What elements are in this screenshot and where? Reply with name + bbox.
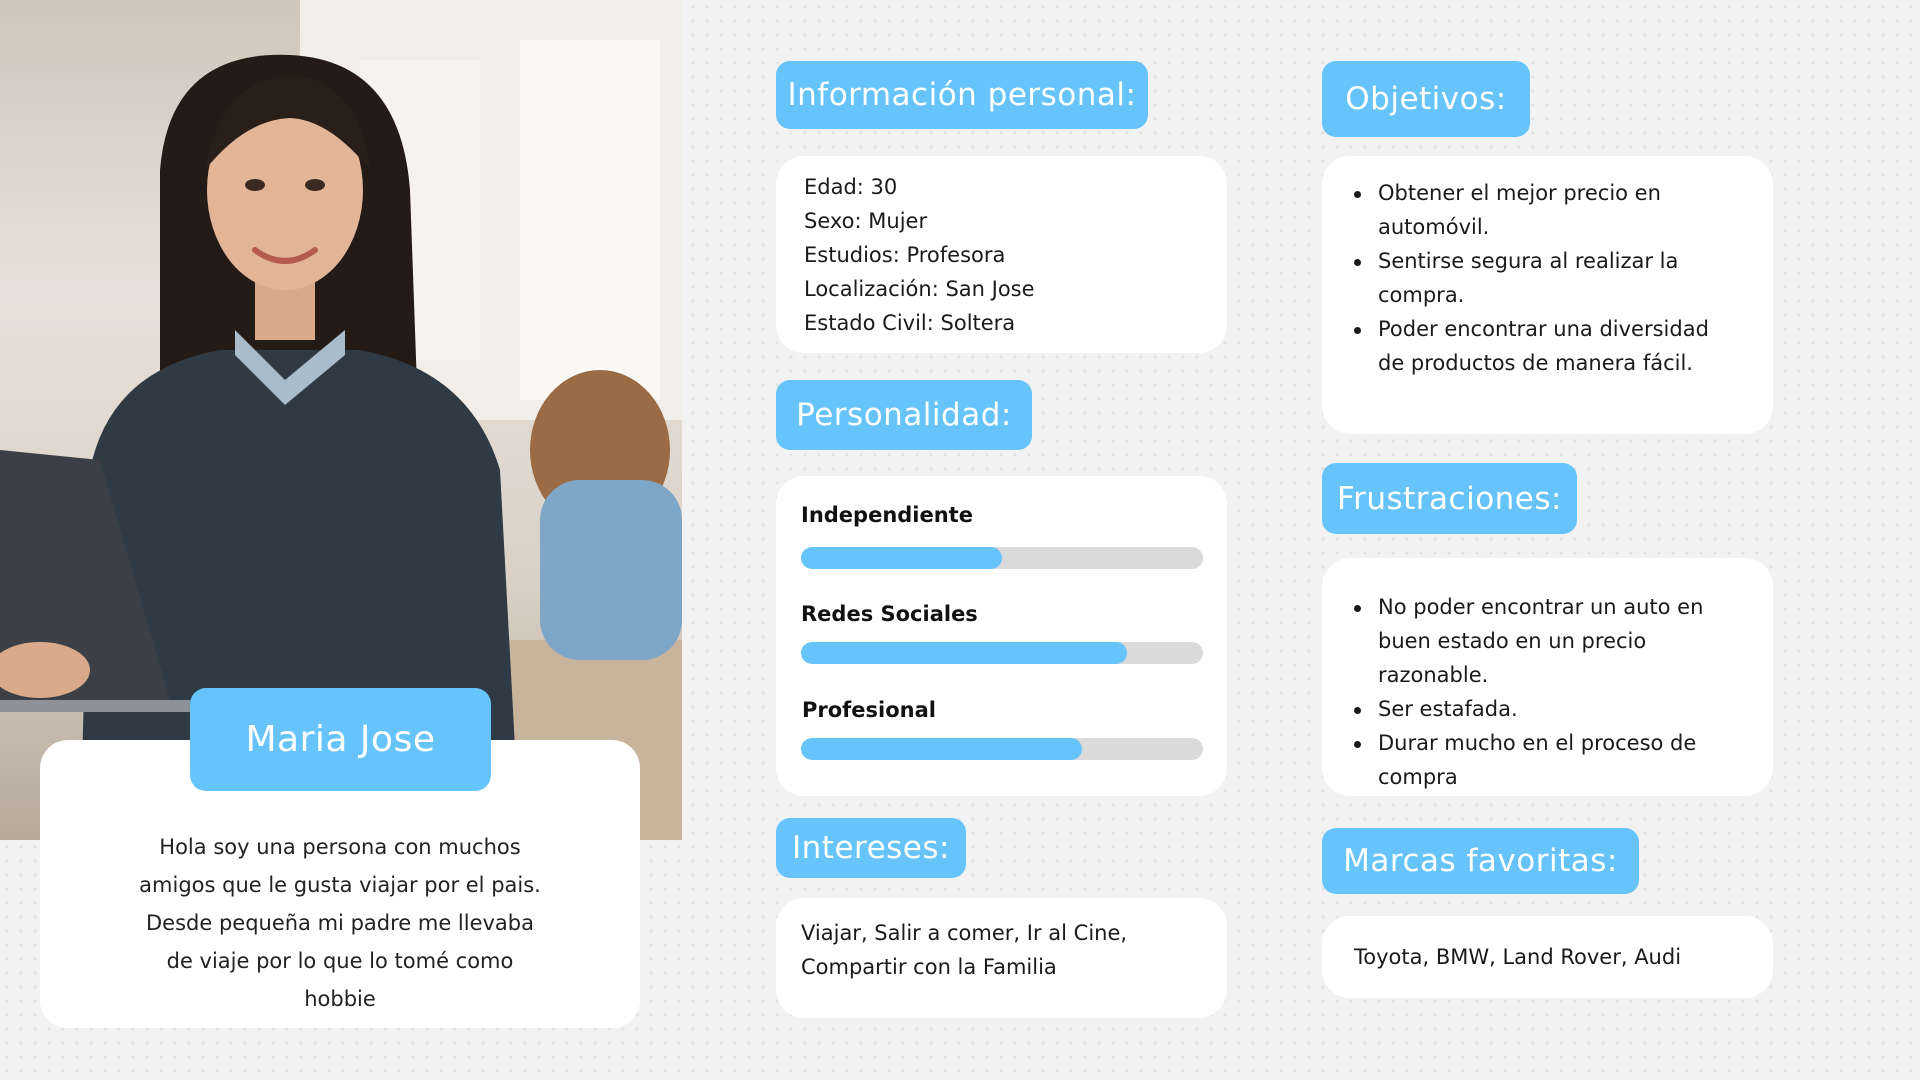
frustrations-card: No poder encontrar un auto en buen estad… [1322, 558, 1773, 796]
objectives-title: Objetivos: [1322, 61, 1530, 137]
interests-title: Intereses: [776, 818, 966, 878]
trait-bar-fill [801, 642, 1127, 664]
brands-text: Toyota, BMW, Land Rover, Audi [1354, 945, 1682, 969]
personal-info-location: Localización: San Jose [804, 277, 1035, 301]
persona-name: Maria Jose [190, 688, 491, 791]
trait-label: Redes Sociales [801, 602, 978, 626]
interests-text: Viajar, Salir a comer, Ir al Cine, Compa… [801, 921, 1128, 979]
personal-info-sex: Sexo: Mujer [804, 209, 928, 233]
objectives-card: Obtener el mejor precio en automóvil. Se… [1322, 156, 1773, 434]
frustration-item: No poder encontrar un auto en buen estad… [1350, 590, 1730, 692]
frustrations-title: Frustraciones: [1322, 463, 1577, 534]
objective-item: Sentirse segura al realizar la compra. [1350, 244, 1730, 312]
personal-info-studies: Estudios: Profesora [804, 243, 1006, 267]
personal-info-card: Edad: 30 Sexo: Mujer Estudios: Profesora… [776, 156, 1227, 353]
objective-item: Obtener el mejor precio en automóvil. [1350, 176, 1730, 244]
personality-card: Independiente Redes Sociales Profesional [776, 476, 1227, 796]
objective-item: Poder encontrar una diversidad de produc… [1350, 312, 1730, 380]
trait-bar-fill [801, 547, 1002, 569]
personal-info-title: Información personal: [776, 61, 1148, 129]
trait-bar-profesional [801, 738, 1203, 760]
frustration-item: Ser estafada. [1350, 692, 1730, 726]
personal-info-marital-status: Estado Civil: Soltera [804, 311, 1016, 335]
trait-bar-redes-sociales [801, 642, 1203, 664]
trait-bar-independiente [801, 547, 1203, 569]
brands-title: Marcas favoritas: [1322, 828, 1639, 894]
interests-card: Viajar, Salir a comer, Ir al Cine, Compa… [776, 898, 1227, 1018]
trait-label: Independiente [801, 503, 973, 527]
personal-info-age: Edad: 30 [804, 175, 898, 199]
bio-text: Hola soy una persona con muchos amigos q… [139, 835, 541, 1011]
trait-label: Profesional [802, 698, 936, 722]
trait-bar-fill [801, 738, 1083, 760]
brands-card: Toyota, BMW, Land Rover, Audi [1322, 916, 1773, 998]
personality-title: Personalidad: [776, 380, 1032, 450]
frustration-item: Durar mucho en el proceso de compra [1350, 726, 1730, 794]
